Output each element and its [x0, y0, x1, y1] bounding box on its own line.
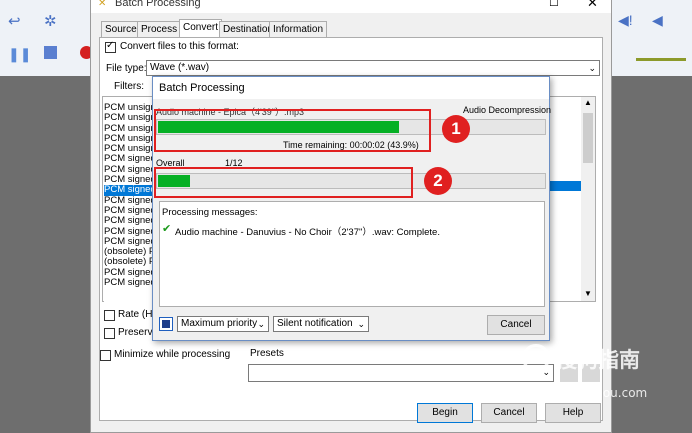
dialog-title: Batch Processing: [115, 0, 201, 9]
format-list-item[interactable]: PCM signed: [104, 196, 154, 206]
preserve-checkbox[interactable]: [104, 328, 115, 339]
annotation-box-2: [154, 167, 413, 198]
annotation-badge-1: 1: [442, 115, 470, 143]
tab-information[interactable]: Information: [269, 21, 328, 37]
annotation-box-1: [154, 109, 431, 152]
notification-value: Silent notification: [277, 318, 353, 329]
format-list-item[interactable]: PCM signed: [104, 278, 154, 288]
format-list-item[interactable]: PCM signed: [104, 216, 154, 226]
close-icon[interactable]: ✕: [587, 0, 598, 11]
pause-icon[interactable]: ❚❚: [8, 46, 31, 62]
rate-checkbox[interactable]: [104, 310, 115, 321]
current-stage-label: Audio Decompression: [463, 105, 552, 115]
messages-label: Processing messages:: [162, 207, 258, 218]
format-list-item[interactable]: (obsolete) P: [104, 257, 154, 267]
undo-icon[interactable]: ↩: [8, 12, 24, 30]
format-list-item[interactable]: (obsolete) P: [104, 247, 154, 257]
format-list-scrollbar[interactable]: ▲ ▼: [581, 97, 595, 301]
scroll-down-icon[interactable]: ▼: [584, 289, 592, 298]
tab-source[interactable]: Source: [101, 21, 141, 37]
format-list-item[interactable]: PCM signed: [104, 237, 154, 247]
filters-label: Filters:: [114, 81, 144, 92]
format-list-item[interactable]: PCM unsigne: [104, 113, 154, 123]
waveform-icon: [636, 44, 686, 61]
minimize-to-tray-button[interactable]: [159, 317, 173, 331]
minimize-checkbox[interactable]: [100, 350, 111, 361]
tab-process[interactable]: Process: [137, 21, 182, 37]
priority-value: Maximum priority: [181, 318, 258, 329]
priority-select[interactable]: Maximum priority ⌄: [177, 316, 269, 332]
format-list-item[interactable]: PCM signed: [104, 154, 154, 164]
dropdown-arrow-icon: ⌄: [257, 319, 265, 329]
message-line: Audio machine - Danuvius - No Choir（2'37…: [175, 227, 440, 238]
dialog-titlebar: ✕ Batch Processing ☐ ✕: [91, 0, 611, 13]
check-icon: ✔: [162, 223, 172, 235]
watermark: S 搜狗指南 zhinan.sogou.com: [518, 344, 688, 406]
help-button[interactable]: Help: [545, 403, 601, 423]
format-list-item[interactable]: PCM unsigne: [104, 134, 154, 144]
tab-convert[interactable]: Convert: [179, 19, 223, 38]
format-list-item[interactable]: PCM unsigne: [104, 103, 154, 113]
begin-button[interactable]: Begin: [417, 403, 473, 423]
gear-icon[interactable]: ✲: [44, 12, 60, 30]
speaker-icon[interactable]: ◀!: [618, 12, 634, 28]
dropdown-arrow-icon: ⌄: [588, 63, 596, 73]
format-list-item[interactable]: PCM unsigne: [104, 124, 154, 134]
check-icon: ✓: [106, 40, 115, 51]
convert-files-label: Convert files to this format:: [120, 41, 239, 52]
speaker-icon[interactable]: ◀: [652, 12, 668, 28]
format-list-item[interactable]: PCM signed: [104, 227, 154, 237]
annotation-badge-2: 2: [424, 167, 452, 195]
progress-window-title: Batch Processing: [153, 77, 549, 99]
watermark-logo-icon: S: [522, 344, 550, 372]
watermark-url: zhinan.sogou.com: [538, 386, 648, 400]
processing-messages-box: Processing messages: ✔ Audio machine - D…: [159, 201, 545, 307]
format-list: PCM unsignePCM unsignePCM unsignePCM uns…: [104, 103, 154, 303]
dropdown-arrow-icon: ⌄: [357, 319, 365, 329]
file-type-select[interactable]: Wave (*.wav) ⌄: [146, 60, 600, 76]
notification-select[interactable]: Silent notification ⌄: [273, 316, 369, 332]
scroll-thumb[interactable]: [583, 113, 593, 163]
format-list-item[interactable]: PCM signed: [104, 175, 154, 185]
format-list-item[interactable]: PCM unsigne: [104, 144, 154, 154]
minimize-label: Minimize while processing: [114, 349, 231, 360]
format-list-item[interactable]: PCM signed: [104, 268, 154, 278]
stop-icon[interactable]: [44, 46, 57, 59]
app-logo-icon: ✕: [98, 0, 107, 9]
maximize-icon[interactable]: ☐: [549, 0, 559, 9]
scroll-up-icon[interactable]: ▲: [584, 98, 592, 107]
format-list-item[interactable]: PCM signed: [104, 165, 154, 175]
file-type-value: Wave (*.wav): [150, 62, 210, 73]
presets-select[interactable]: ⌄: [248, 364, 554, 382]
format-list-item[interactable]: PCM signed: [104, 206, 154, 216]
cancel-button[interactable]: Cancel: [481, 403, 537, 423]
file-type-label: File type:: [106, 63, 147, 74]
progress-cancel-button[interactable]: Cancel: [487, 315, 545, 335]
convert-files-checkbox[interactable]: ✓: [105, 40, 116, 53]
watermark-brand: 搜狗指南: [556, 348, 640, 372]
format-list-item[interactable]: PCM signed: [104, 185, 154, 196]
presets-label: Presets: [250, 348, 284, 359]
